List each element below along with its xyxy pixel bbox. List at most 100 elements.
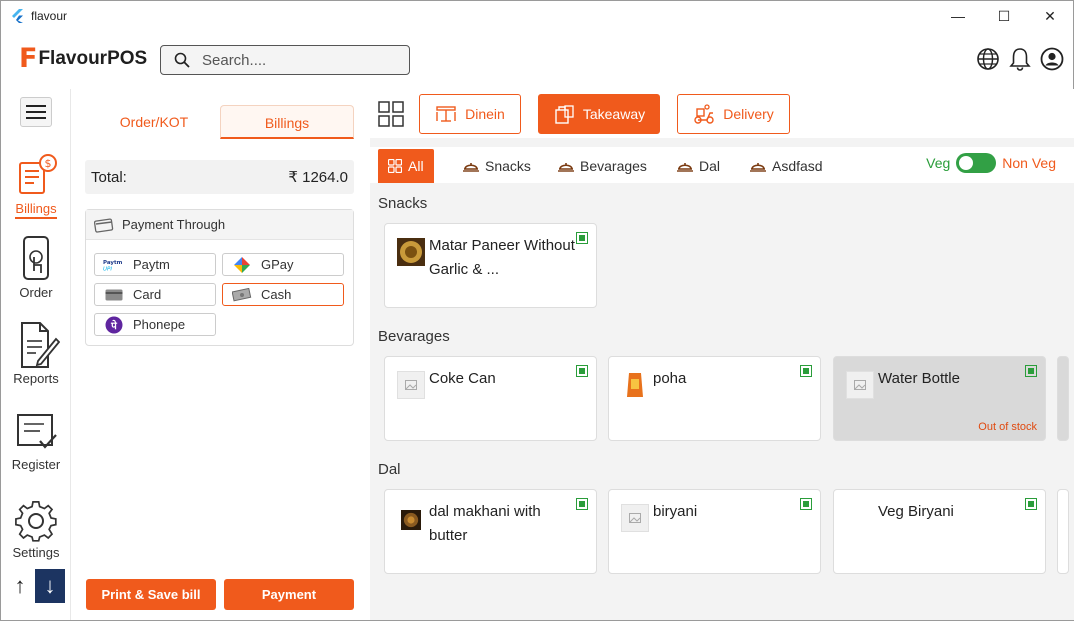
menu-toggle-button[interactable]: [20, 97, 52, 127]
payment-label: Card: [133, 287, 162, 302]
category-asdfasd[interactable]: Asdfasd: [750, 149, 823, 183]
scroll-down-button[interactable]: ↓: [35, 569, 65, 603]
nav-item-settings[interactable]: Settings: [1, 499, 71, 560]
menu-item-card[interactable]: Water Bottle Out of stock: [833, 356, 1046, 441]
total-value: ₹ 1264.0: [288, 169, 348, 186]
minimize-button[interactable]: —: [935, 1, 981, 31]
veg-indicator: [1025, 498, 1037, 510]
veg-switch[interactable]: [956, 153, 997, 173]
payment-label: Phonepe: [133, 317, 186, 332]
image-placeholder-icon: [846, 371, 874, 399]
nav-label-reports: Reports: [13, 371, 59, 386]
menu-item-name: Coke Can: [429, 370, 496, 387]
tab-billings[interactable]: Billings: [220, 105, 354, 139]
image-placeholder-icon: [397, 371, 425, 399]
order-type-label: Delivery: [723, 106, 774, 122]
food-photo-icon: [401, 510, 421, 530]
menu-item-name: dal makhani with butter: [429, 503, 541, 544]
tab-order-kot[interactable]: Order/KOT: [88, 105, 220, 139]
paytm-icon: Paytm UPI: [103, 258, 125, 272]
menu-item-card[interactable]: Veg Biryani: [833, 489, 1046, 574]
menu-item-card[interactable]: biryani: [608, 489, 821, 574]
section-title-bevarages: Bevarages: [378, 328, 450, 345]
menu-item-card-partial[interactable]: [1057, 489, 1069, 574]
nav-item-reports[interactable]: Reports: [1, 321, 71, 386]
flutter-icon: [12, 9, 23, 23]
menu-item-card[interactable]: dal makhani with butter: [384, 489, 597, 574]
payment-card[interactable]: Card: [94, 283, 216, 306]
food-photo-icon: [397, 238, 425, 266]
nav-item-order[interactable]: Order: [1, 235, 71, 300]
order-type-bar: Dinein Takeaway Delivery: [370, 89, 1074, 138]
payment-through-header: Payment Through: [86, 210, 353, 240]
app-header: F FlavourPOS Search....: [1, 31, 1073, 89]
takeaway-bag-icon: [555, 105, 574, 124]
category-label: Snacks: [485, 158, 531, 174]
register-icon: [17, 414, 57, 449]
nav-label-order: Order: [19, 285, 53, 300]
search-icon: [174, 52, 190, 68]
payment-gpay[interactable]: GPay: [222, 253, 344, 276]
search-input[interactable]: Search....: [160, 45, 410, 75]
svg-text:Paytm: Paytm: [103, 260, 123, 266]
scroll-arrows: ↑ ↓: [5, 569, 65, 603]
order-type-label: Takeaway: [582, 106, 646, 122]
app-window: flavour — ☐ ✕ F FlavourPOS Search.... $ …: [0, 0, 1074, 621]
payment-paytm[interactable]: Paytm UPI Paytm: [94, 253, 216, 276]
order-type-label: Dinein: [465, 106, 505, 122]
close-button[interactable]: ✕: [1027, 1, 1073, 31]
nav-label-register: Register: [11, 457, 61, 472]
payment-phonepe[interactable]: पे Phonepe: [94, 313, 216, 336]
food-tray-icon: [677, 163, 693, 172]
order-type-takeaway[interactable]: Takeaway: [538, 94, 660, 134]
category-all[interactable]: All: [378, 149, 434, 183]
food-tray-icon: [750, 163, 766, 172]
food-tray-icon: [558, 163, 574, 172]
svg-text:$: $: [45, 157, 52, 170]
scroll-up-button[interactable]: ↑: [5, 569, 35, 603]
total-row: Total: ₹ 1264.0: [85, 160, 354, 194]
dinein-table-icon: [436, 106, 456, 122]
menu-area: Dinein Takeaway Delivery All Snacks Beva…: [370, 89, 1074, 620]
category-bar: All Snacks Bevarages Dal Asdfasd Veg Non…: [370, 147, 1074, 183]
payment-label: Paytm: [133, 257, 170, 272]
category-label: All: [408, 158, 424, 174]
menu-item-card[interactable]: Coke Can: [384, 356, 597, 441]
order-type-delivery[interactable]: Delivery: [677, 94, 790, 134]
order-type-dinein[interactable]: Dinein: [419, 94, 521, 134]
category-snacks[interactable]: Snacks: [463, 149, 531, 183]
billing-tabs: Order/KOT Billings: [88, 105, 354, 139]
section-title-dal: Dal: [378, 461, 401, 478]
payment-button[interactable]: Payment: [224, 579, 354, 610]
nav-label-settings: Settings: [12, 545, 60, 560]
out-of-stock-label: Out of stock: [978, 421, 1037, 433]
veg-indicator: [576, 498, 588, 510]
logo-text: FlavourPOS: [38, 47, 148, 69]
veg-indicator: [576, 232, 588, 244]
side-nav: $ Billings Order Reports Register Settin…: [1, 89, 71, 620]
menu-item-name: Matar Paneer Without Garlic & ...: [429, 237, 575, 278]
bell-icon[interactable]: [1008, 47, 1032, 71]
payment-through-box: Payment Through Paytm UPI Paytm GPay Car…: [85, 209, 354, 346]
nav-item-billings[interactable]: $ Billings: [1, 151, 71, 219]
category-dal[interactable]: Dal: [677, 149, 720, 183]
total-label: Total:: [91, 168, 127, 186]
card-icon: [103, 289, 125, 301]
credit-card-icon: [94, 217, 114, 233]
layout-grid-icon[interactable]: [378, 101, 404, 127]
category-label: Bevarages: [580, 158, 647, 174]
category-bevarages[interactable]: Bevarages: [558, 149, 647, 183]
nav-label-billings: Billings: [15, 201, 57, 219]
globe-icon[interactable]: [976, 47, 1000, 71]
payment-cash[interactable]: Cash: [222, 283, 344, 306]
account-icon[interactable]: [1040, 47, 1064, 71]
search-placeholder: Search....: [202, 51, 267, 69]
print-save-bill-button[interactable]: Print & Save bill: [86, 579, 216, 610]
maximize-button[interactable]: ☐: [981, 1, 1027, 31]
menu-item-card[interactable]: poha: [608, 356, 821, 441]
category-label: Asdfasd: [772, 158, 823, 174]
nav-item-register[interactable]: Register: [1, 411, 71, 472]
menu-item-name: Water Bottle: [878, 370, 960, 387]
menu-item-card[interactable]: Matar Paneer Without Garlic & ...: [384, 223, 597, 308]
menu-item-card-partial[interactable]: [1057, 356, 1069, 441]
